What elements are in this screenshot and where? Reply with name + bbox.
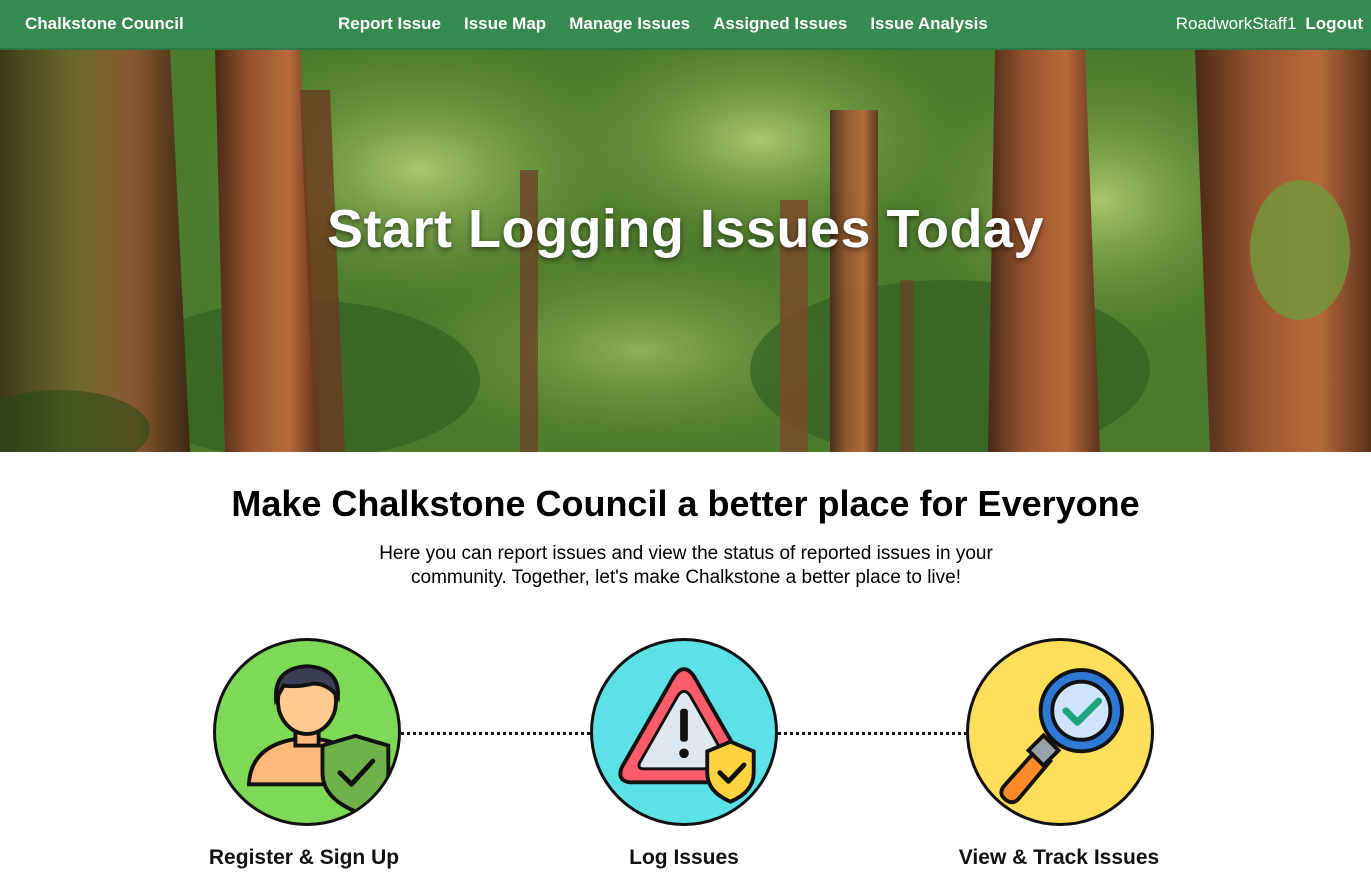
user-area: RoadworkStaff1 Logout (1176, 14, 1363, 34)
top-navbar: Chalkstone Council Report Issue Issue Ma… (0, 0, 1371, 50)
page-headline: Make Chalkstone Council a better place f… (231, 483, 1140, 524)
nav-issue-analysis[interactable]: Issue Analysis (870, 14, 988, 34)
step-connector (778, 732, 967, 735)
step-connector (401, 732, 590, 735)
step-track-circle (966, 638, 1154, 826)
step-register-label: Register & Sign Up (208, 846, 400, 869)
hero-title: Start Logging Issues Today (326, 199, 1045, 259)
step-register-circle (213, 638, 401, 826)
hero-banner: Start Logging Issues Today (0, 50, 1371, 452)
intro-text: Here you can report issues and view the … (379, 543, 993, 588)
brand-link[interactable]: Chalkstone Council (25, 14, 184, 34)
nav-assigned-issues[interactable]: Assigned Issues (713, 14, 847, 34)
nav-issue-map[interactable]: Issue Map (464, 14, 546, 34)
step-track-label: View & Track Issues (958, 846, 1160, 869)
step-log-circle (590, 638, 778, 826)
nav-manage-issues[interactable]: Manage Issues (569, 14, 690, 34)
magnifier-check-icon (999, 668, 1124, 805)
step-log-label: Log Issues (629, 846, 739, 869)
user-shield-icon (246, 664, 391, 814)
steps-section: Register & Sign Up Log Issues View & Tra… (0, 638, 1371, 895)
warning-shield-icon (618, 667, 756, 804)
nav-report-issue[interactable]: Report Issue (338, 14, 441, 34)
username-label: RoadworkStaff1 (1175, 14, 1297, 33)
logout-link[interactable]: Logout (1305, 14, 1363, 34)
nav-links: Report Issue Issue Map Manage Issues Ass… (338, 14, 988, 34)
